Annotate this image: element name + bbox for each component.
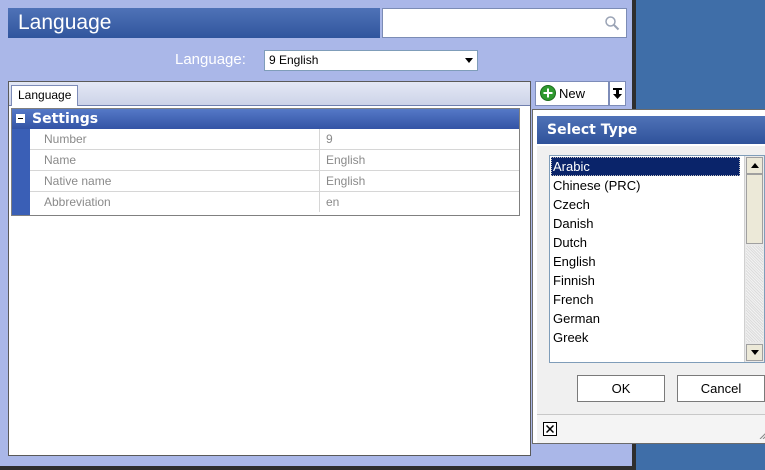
scroll-up-button[interactable]	[746, 157, 763, 174]
property-key: Abbreviation	[44, 195, 111, 209]
cancel-button[interactable]: Cancel	[677, 375, 765, 402]
select-type-footer	[537, 414, 765, 443]
list-item[interactable]: Arabic	[551, 157, 740, 176]
settings-group: Settings Number 9 Name English Native na…	[11, 108, 520, 216]
chevron-down-icon	[465, 58, 473, 63]
property-value[interactable]: English	[319, 150, 519, 170]
collapse-icon[interactable]	[16, 114, 25, 123]
arrow-up-icon	[751, 163, 759, 168]
scroll-down-button[interactable]	[746, 344, 763, 361]
list-item[interactable]: Finnish	[551, 271, 740, 290]
list-item[interactable]: French	[551, 290, 740, 309]
search-icon[interactable]	[604, 15, 620, 31]
new-dropdown-button[interactable]	[609, 81, 626, 106]
close-button[interactable]	[543, 422, 557, 436]
arrow-down-icon	[613, 88, 622, 99]
close-icon	[546, 425, 554, 433]
scroll-thumb[interactable]	[746, 174, 763, 244]
property-row-name[interactable]: Name English	[30, 150, 519, 171]
property-row-native-name[interactable]: Native name English	[30, 171, 519, 192]
property-value[interactable]: 9	[319, 129, 519, 149]
content-panel: Language Settings Number 9 Name English …	[8, 81, 531, 456]
settings-group-title: Settings	[32, 111, 99, 127]
plus-icon	[540, 85, 556, 101]
tab-language[interactable]: Language	[11, 85, 79, 106]
new-button-label: New	[559, 86, 586, 101]
list-item[interactable]: Danish	[551, 214, 740, 233]
property-row-abbreviation[interactable]: Abbreviation en	[30, 192, 519, 213]
window-title: Language	[8, 8, 380, 38]
listbox-scrollbar[interactable]	[744, 156, 764, 362]
list-item[interactable]: Chinese (PRC)	[551, 176, 740, 195]
property-value[interactable]: en	[319, 192, 519, 212]
list-item[interactable]: Dutch	[551, 233, 740, 252]
resize-grip-icon[interactable]	[759, 431, 765, 439]
select-type-title: Select Type	[537, 116, 765, 144]
list-item[interactable]: English	[551, 252, 740, 271]
tab-strip: Language	[9, 82, 530, 106]
language-select-value: 9 English	[269, 53, 319, 67]
property-value[interactable]: English	[319, 171, 519, 191]
list-item[interactable]: Czech	[551, 195, 740, 214]
select-type-popup: Select Type Arabic Chinese (PRC) Czech D…	[532, 109, 765, 444]
list-item[interactable]: Greek	[551, 328, 740, 347]
ok-button[interactable]: OK	[577, 375, 665, 402]
search-input[interactable]	[382, 8, 627, 38]
property-key: Name	[44, 153, 77, 167]
property-row-number[interactable]: Number 9	[30, 129, 519, 150]
arrow-down-icon	[751, 350, 759, 355]
select-type-body: Arabic Chinese (PRC) Czech Danish Dutch …	[537, 146, 765, 414]
group-edge	[12, 129, 30, 215]
property-key: Number	[44, 132, 87, 146]
settings-group-header[interactable]: Settings	[12, 109, 519, 129]
list-item[interactable]: German	[551, 309, 740, 328]
property-key: Native name	[44, 174, 112, 188]
language-selector-label: Language:	[175, 51, 246, 68]
new-button[interactable]: New	[535, 81, 609, 106]
scroll-track[interactable]	[746, 246, 763, 342]
type-listbox[interactable]: Arabic Chinese (PRC) Czech Danish Dutch …	[549, 155, 765, 363]
language-select[interactable]: 9 English	[264, 50, 478, 71]
